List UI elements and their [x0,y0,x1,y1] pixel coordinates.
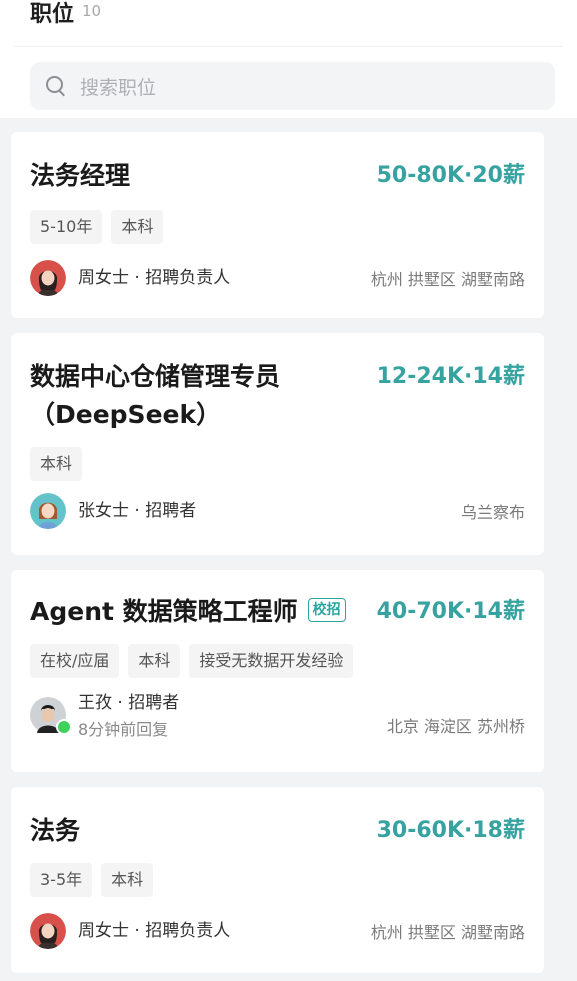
job-title-line2: （DeepSeek） [30,400,222,429]
job-card[interactable]: 数据中心仓储管理专员 （DeepSeek） 12-24K·14薪 本科 张女士 … [11,333,544,555]
recruiter-name: 周女士 · 招聘负责人 [78,921,231,941]
recruiter-info[interactable]: 周女士 · 招聘负责人 [30,913,230,949]
job-tag: 在校/应届 [30,644,120,678]
search-input[interactable]: 搜索职位 [30,62,555,110]
job-card[interactable]: 法务经理 50-80K·20薪 5-10年 本科 周女士 · 招聘负责人 杭州 … [11,132,544,318]
job-tag: 3-5年 [30,863,93,897]
job-title: Agent 数据策略工程师 [30,597,298,626]
section-heading: 职位 10 [30,0,101,34]
woman-avatar-icon [30,913,66,949]
job-location: 杭州 拱墅区 湖墅南路 [370,270,525,289]
recruiter-name: 张女士 · 招聘者 [78,501,197,521]
cartoon-woman-avatar-icon [30,493,66,529]
recruiter-reply-time: 8分钟前回复 [78,720,169,739]
search-icon [46,76,66,97]
job-tag: 本科 [101,863,154,897]
recruiter-info[interactable]: 周女士 · 招聘负责人 [30,260,230,296]
job-title: 法务 [30,816,81,845]
job-count: 10 [82,2,102,20]
job-tag: 本科 [128,644,181,678]
job-location: 杭州 拱墅区 湖墅南路 [370,923,525,942]
job-salary: 30-60K·18薪 [376,818,525,843]
job-tag: 本科 [111,210,164,244]
job-salary: 40-70K·14薪 [376,599,525,624]
job-card[interactable]: 法务 30-60K·18薪 3-5年 本科 周女士 · 招聘负责人 杭州 拱墅区… [11,787,544,973]
job-title: 法务经理 [30,161,131,190]
page-title: 职位 [30,2,75,27]
online-status-dot [56,719,72,735]
search-placeholder: 搜索职位 [80,76,157,99]
job-location: 北京 海淀区 苏州桥 [386,717,525,736]
job-tag: 接受无数据开发经验 [189,644,354,678]
job-salary: 50-80K·20薪 [376,163,525,188]
campus-badge: 校招 [307,598,346,622]
recruiter-name: 周女士 · 招聘负责人 [78,268,231,288]
job-location: 乌兰察布 [460,503,525,522]
recruiter-info[interactable]: 张女士 · 招聘者 [30,493,196,529]
job-tag: 5-10年 [30,210,103,244]
job-card[interactable]: Agent 数据策略工程师 校招 40-70K·14薪 在校/应届 本科 接受无数… [11,570,544,772]
job-title: 数据中心仓储管理专员 [30,362,281,391]
recruiter-name: 王孜 · 招聘者 [78,693,180,713]
divider [14,46,563,47]
woman-avatar-icon [30,260,66,296]
job-tag: 本科 [30,447,83,481]
top-bar: 职位 10 搜索职位 [0,0,577,118]
job-salary: 12-24K·14薪 [376,364,525,389]
recruiter-info[interactable]: 王孜 · 招聘者 8分钟前回复 [30,690,179,740]
